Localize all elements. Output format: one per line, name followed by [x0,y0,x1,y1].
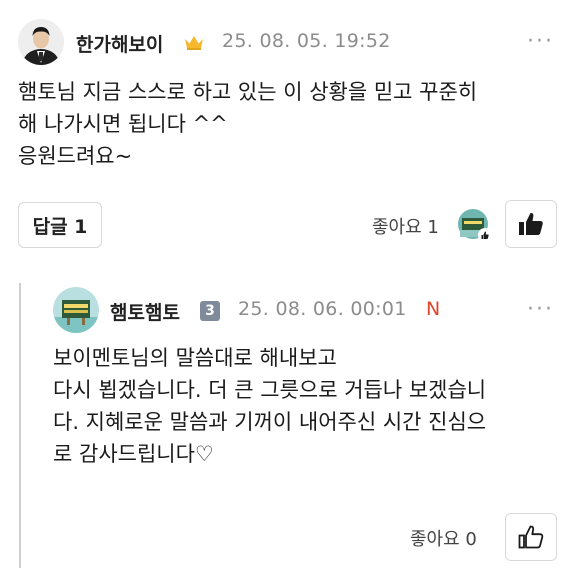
reply-line: 로 감사드립니다♡ [53,442,214,466]
reply-date: 25. 08. 06. 00:01 [238,298,407,320]
reply-like-button[interactable] [505,513,557,561]
thumbs-up-filled-icon [519,212,543,235]
comment-date: 25. 08. 05. 19:52 [222,30,391,52]
like-count: 좋아요 1 [372,217,439,238]
reply-text: 보이멘토님의 말씀대로 해내보고 다시 뵙겠습니다. 더 큰 그릇으로 거듭나 … [53,342,486,470]
like-button[interactable] [505,200,557,248]
level-number: 3 [205,303,215,319]
comment-line: 햄토님 지금 스스로 하고 있는 이 상황을 믿고 꾸준히 [18,80,478,104]
reply-author-name[interactable]: 햄토햄토 [110,298,180,325]
reply-like-count: 좋아요 0 [410,529,477,550]
comment: 한가해보이 25. 08. 05. 19:52 ··· 햄토님 지금 스스로 하… [0,0,575,260]
reply-button[interactable]: 답글 1 [18,202,102,248]
reply-line: 다시 뵙겠습니다. 더 큰 그릇으로 거듭나 보겠습니 [53,378,487,402]
author-avatar[interactable] [18,19,64,65]
crown-icon [183,33,205,51]
reply-button-label: 답글 1 [32,215,88,238]
more-options-icon[interactable]: ··· [527,31,554,53]
reply-author-avatar[interactable] [53,287,99,333]
author-name[interactable]: 한가해보이 [76,30,163,57]
reply-comment: 햄토햄토 3 25. 08. 06. 00:01 N ··· 보이멘토님의 말씀… [0,270,575,568]
thumbs-up-outline-icon [518,525,544,549]
comment-line: 응원드려요~ [18,144,133,168]
comment-text: 햄토님 지금 스스로 하고 있는 이 상황을 믿고 꾸준히 해 나가시면 됩니다… [18,76,477,172]
reply-more-options-icon[interactable]: ··· [527,299,554,321]
level-badge: 3 [200,301,220,321]
new-badge: N [426,298,441,320]
reply-line: 다. 지혜로운 말씀과 기꺼이 내어주신 시간 진심으 [53,410,487,434]
liker-avatar[interactable] [457,208,493,244]
reply-line: 보이멘토님의 말씀대로 해내보고 [53,346,337,370]
comment-line: 해 나가시면 됩니다 ^^ [18,112,228,136]
